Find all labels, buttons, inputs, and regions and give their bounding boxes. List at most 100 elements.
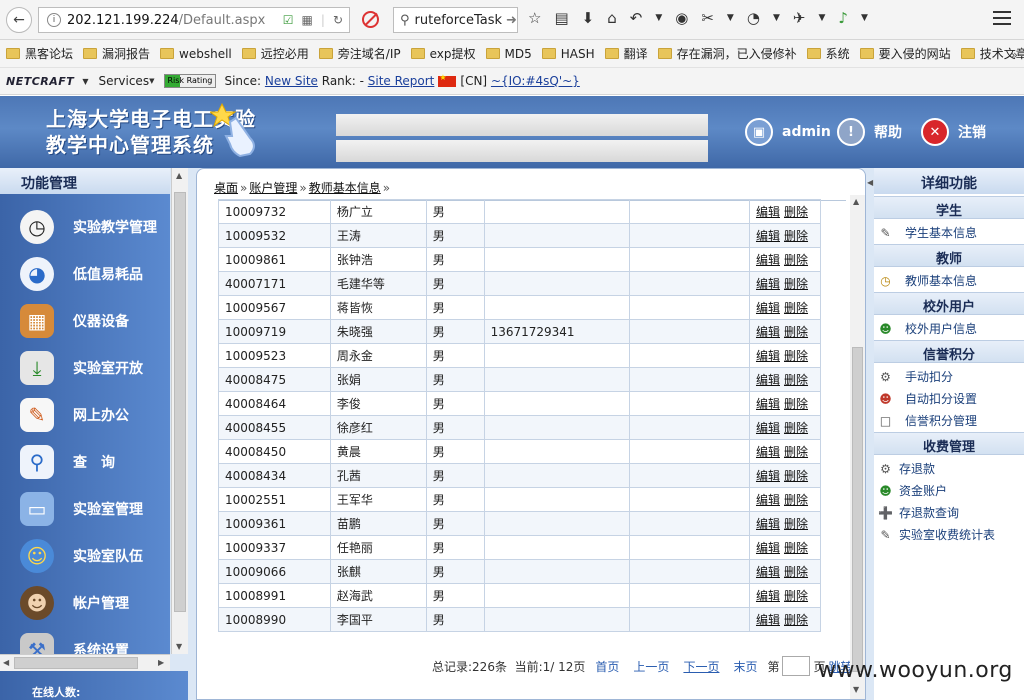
edit-link[interactable]: 编辑 [756,205,780,219]
bookmark-item[interactable]: webshell [160,47,232,61]
edit-link[interactable]: 编辑 [756,229,780,243]
delete-link[interactable]: 删除 [784,229,808,243]
delete-link[interactable]: 删除 [784,541,808,555]
forward-arrow-icon[interactable]: ➜ [506,13,517,28]
delete-link[interactable]: 删除 [784,301,808,315]
fee-stats-link[interactable]: ✎ 实验室收费统计表 [878,526,995,543]
edit-link[interactable]: 编辑 [756,613,780,627]
edit-link[interactable]: 编辑 [756,253,780,267]
user-button[interactable]: ▣ admin [745,118,831,146]
block-icon[interactable] [362,11,379,28]
first-page-link[interactable]: 首页 [595,658,619,675]
delete-link[interactable]: 删除 [784,493,808,507]
delete-link[interactable]: 删除 [784,613,808,627]
menu-item-equipment[interactable]: ▦ 仪器设备 [0,297,170,344]
new-site-link[interactable]: New Site [265,74,318,88]
delete-link[interactable]: 删除 [784,349,808,363]
menu-item-lab-management[interactable]: ▭ 实验室管理 [0,485,170,532]
page-number-input[interactable] [782,656,811,676]
qr-code-icon[interactable]: ▦ [302,13,313,27]
edit-link[interactable]: 编辑 [756,397,780,411]
bookmark-item[interactable]: exp提权 [410,45,476,62]
edit-link[interactable]: 编辑 [756,589,780,603]
scroll-thumb[interactable] [852,347,863,672]
crop-icon[interactable]: ✂ [701,9,714,27]
breadcrumb-item[interactable]: 账户管理 [249,181,297,195]
dropdown-icon[interactable]: ▼ [655,9,662,27]
teacher-info-link[interactable]: ◷ 教师基本信息 [878,272,977,289]
menu-item-office[interactable]: ✎ 网上办公 [0,391,170,438]
menu-icon[interactable] [993,11,1011,25]
bookmark-item[interactable]: 远控必用 [241,45,309,62]
edit-link[interactable]: 编辑 [756,541,780,555]
prev-page-link[interactable]: 上一页 [633,658,669,675]
edit-link[interactable]: 编辑 [756,421,780,435]
more-bookmarks-icon[interactable]: » [1011,48,1018,62]
edit-link[interactable]: 编辑 [756,493,780,507]
undo-icon[interactable]: ↶ [630,9,643,27]
bookmark-item[interactable]: MD5 [485,47,532,61]
edit-link[interactable]: 编辑 [756,349,780,363]
menu-item-accounts[interactable]: ☻ 帐户管理 [0,579,170,626]
search-box[interactable]: ⚲ ruteforceTask ➜ [393,7,518,33]
edit-link[interactable]: 编辑 [756,469,780,483]
delete-link[interactable]: 删除 [784,325,808,339]
menu-item-settings[interactable]: ⚒ 系统设置 [0,626,170,654]
delete-link[interactable]: 删除 [784,445,808,459]
address-bar[interactable]: i 202.121.199.224/Default.aspx ☑ ▦ | ↻ [38,7,350,33]
edit-link[interactable]: 编辑 [756,301,780,315]
site-report-link[interactable]: Site Report [368,74,435,88]
student-info-link[interactable]: ✎ 学生基本信息 [878,224,977,241]
fund-account-link[interactable]: ☻ 资金账户 [878,482,947,499]
next-page-link[interactable]: 下一页 [683,658,719,675]
delete-link[interactable]: 删除 [784,373,808,387]
scroll-down-icon[interactable]: ▼ [853,685,859,694]
services-menu[interactable]: Services [98,74,149,88]
credit-manage-link[interactable]: □ 信誉积分管理 [878,412,977,429]
star-icon[interactable]: ☆ [528,9,541,27]
delete-link[interactable]: 删除 [784,421,808,435]
external-user-link[interactable]: ☻ 校外用户信息 [878,320,977,337]
dropdown-icon[interactable]: ▼ [149,77,154,85]
menu-item-open-lab[interactable]: ⤓ 实验室开放 [0,344,170,391]
edit-link[interactable]: 编辑 [756,517,780,531]
left-horizontal-scrollbar[interactable]: ◀ ▶ [0,654,170,671]
collapse-icon[interactable]: ◀ [867,178,873,187]
breadcrumb-item[interactable]: 教师基本信息 [309,181,381,195]
delete-link[interactable]: 删除 [784,517,808,531]
download-icon[interactable]: ⬇ [582,9,595,27]
menu-item-lab-team[interactable]: ☺ 实验室队伍 [0,532,170,579]
bookmark-item[interactable]: 要入侵的网站 [859,45,951,62]
bookmark-item[interactable]: HASH [541,47,595,61]
edit-link[interactable]: 编辑 [756,373,780,387]
bookmark-item[interactable]: 旁注域名/IP [318,45,401,62]
mask-icon[interactable]: ◔ [747,9,760,27]
scroll-thumb[interactable] [174,192,186,612]
menu-item-query[interactable]: ⚲ 查 询 [0,438,170,485]
bookmark-item[interactable]: 翻译 [604,45,648,62]
reading-list-icon[interactable]: ▤ [554,9,568,27]
bookmark-item[interactable]: 漏洞报告 [83,45,150,62]
bookmark-item[interactable]: 存在漏洞，已入侵修补 [657,45,797,62]
delete-link[interactable]: 删除 [784,205,808,219]
menu-item-consumables[interactable]: ◕ 低值易耗品 [0,250,170,297]
reload-icon[interactable]: ↻ [333,13,343,27]
scroll-right-icon[interactable]: ▶ [158,658,164,667]
menu-item-teaching[interactable]: ◷ 实验教学管理 [0,203,170,250]
delete-link[interactable]: 删除 [784,565,808,579]
table-vertical-scrollbar[interactable]: ▲ ▼ [850,195,865,699]
scroll-up-icon[interactable]: ▲ [853,197,859,206]
panel-divider[interactable]: ◀ [866,168,874,700]
help-button[interactable]: ! 帮助 [837,118,902,146]
last-page-link[interactable]: 末页 [733,658,757,675]
delete-link[interactable]: 删除 [784,253,808,267]
bookmark-item[interactable]: 黑客论坛 [6,45,73,62]
back-button[interactable]: ← [6,6,32,33]
left-vertical-scrollbar[interactable]: ▲ ▼ [171,168,188,654]
scroll-down-icon[interactable]: ▼ [176,642,182,651]
deposit-query-link[interactable]: ➕ 存退款查询 [878,504,959,521]
edit-link[interactable]: 编辑 [756,445,780,459]
delete-link[interactable]: 删除 [784,589,808,603]
edit-link[interactable]: 编辑 [756,277,780,291]
logout-button[interactable]: ✕ 注销 [921,118,986,146]
